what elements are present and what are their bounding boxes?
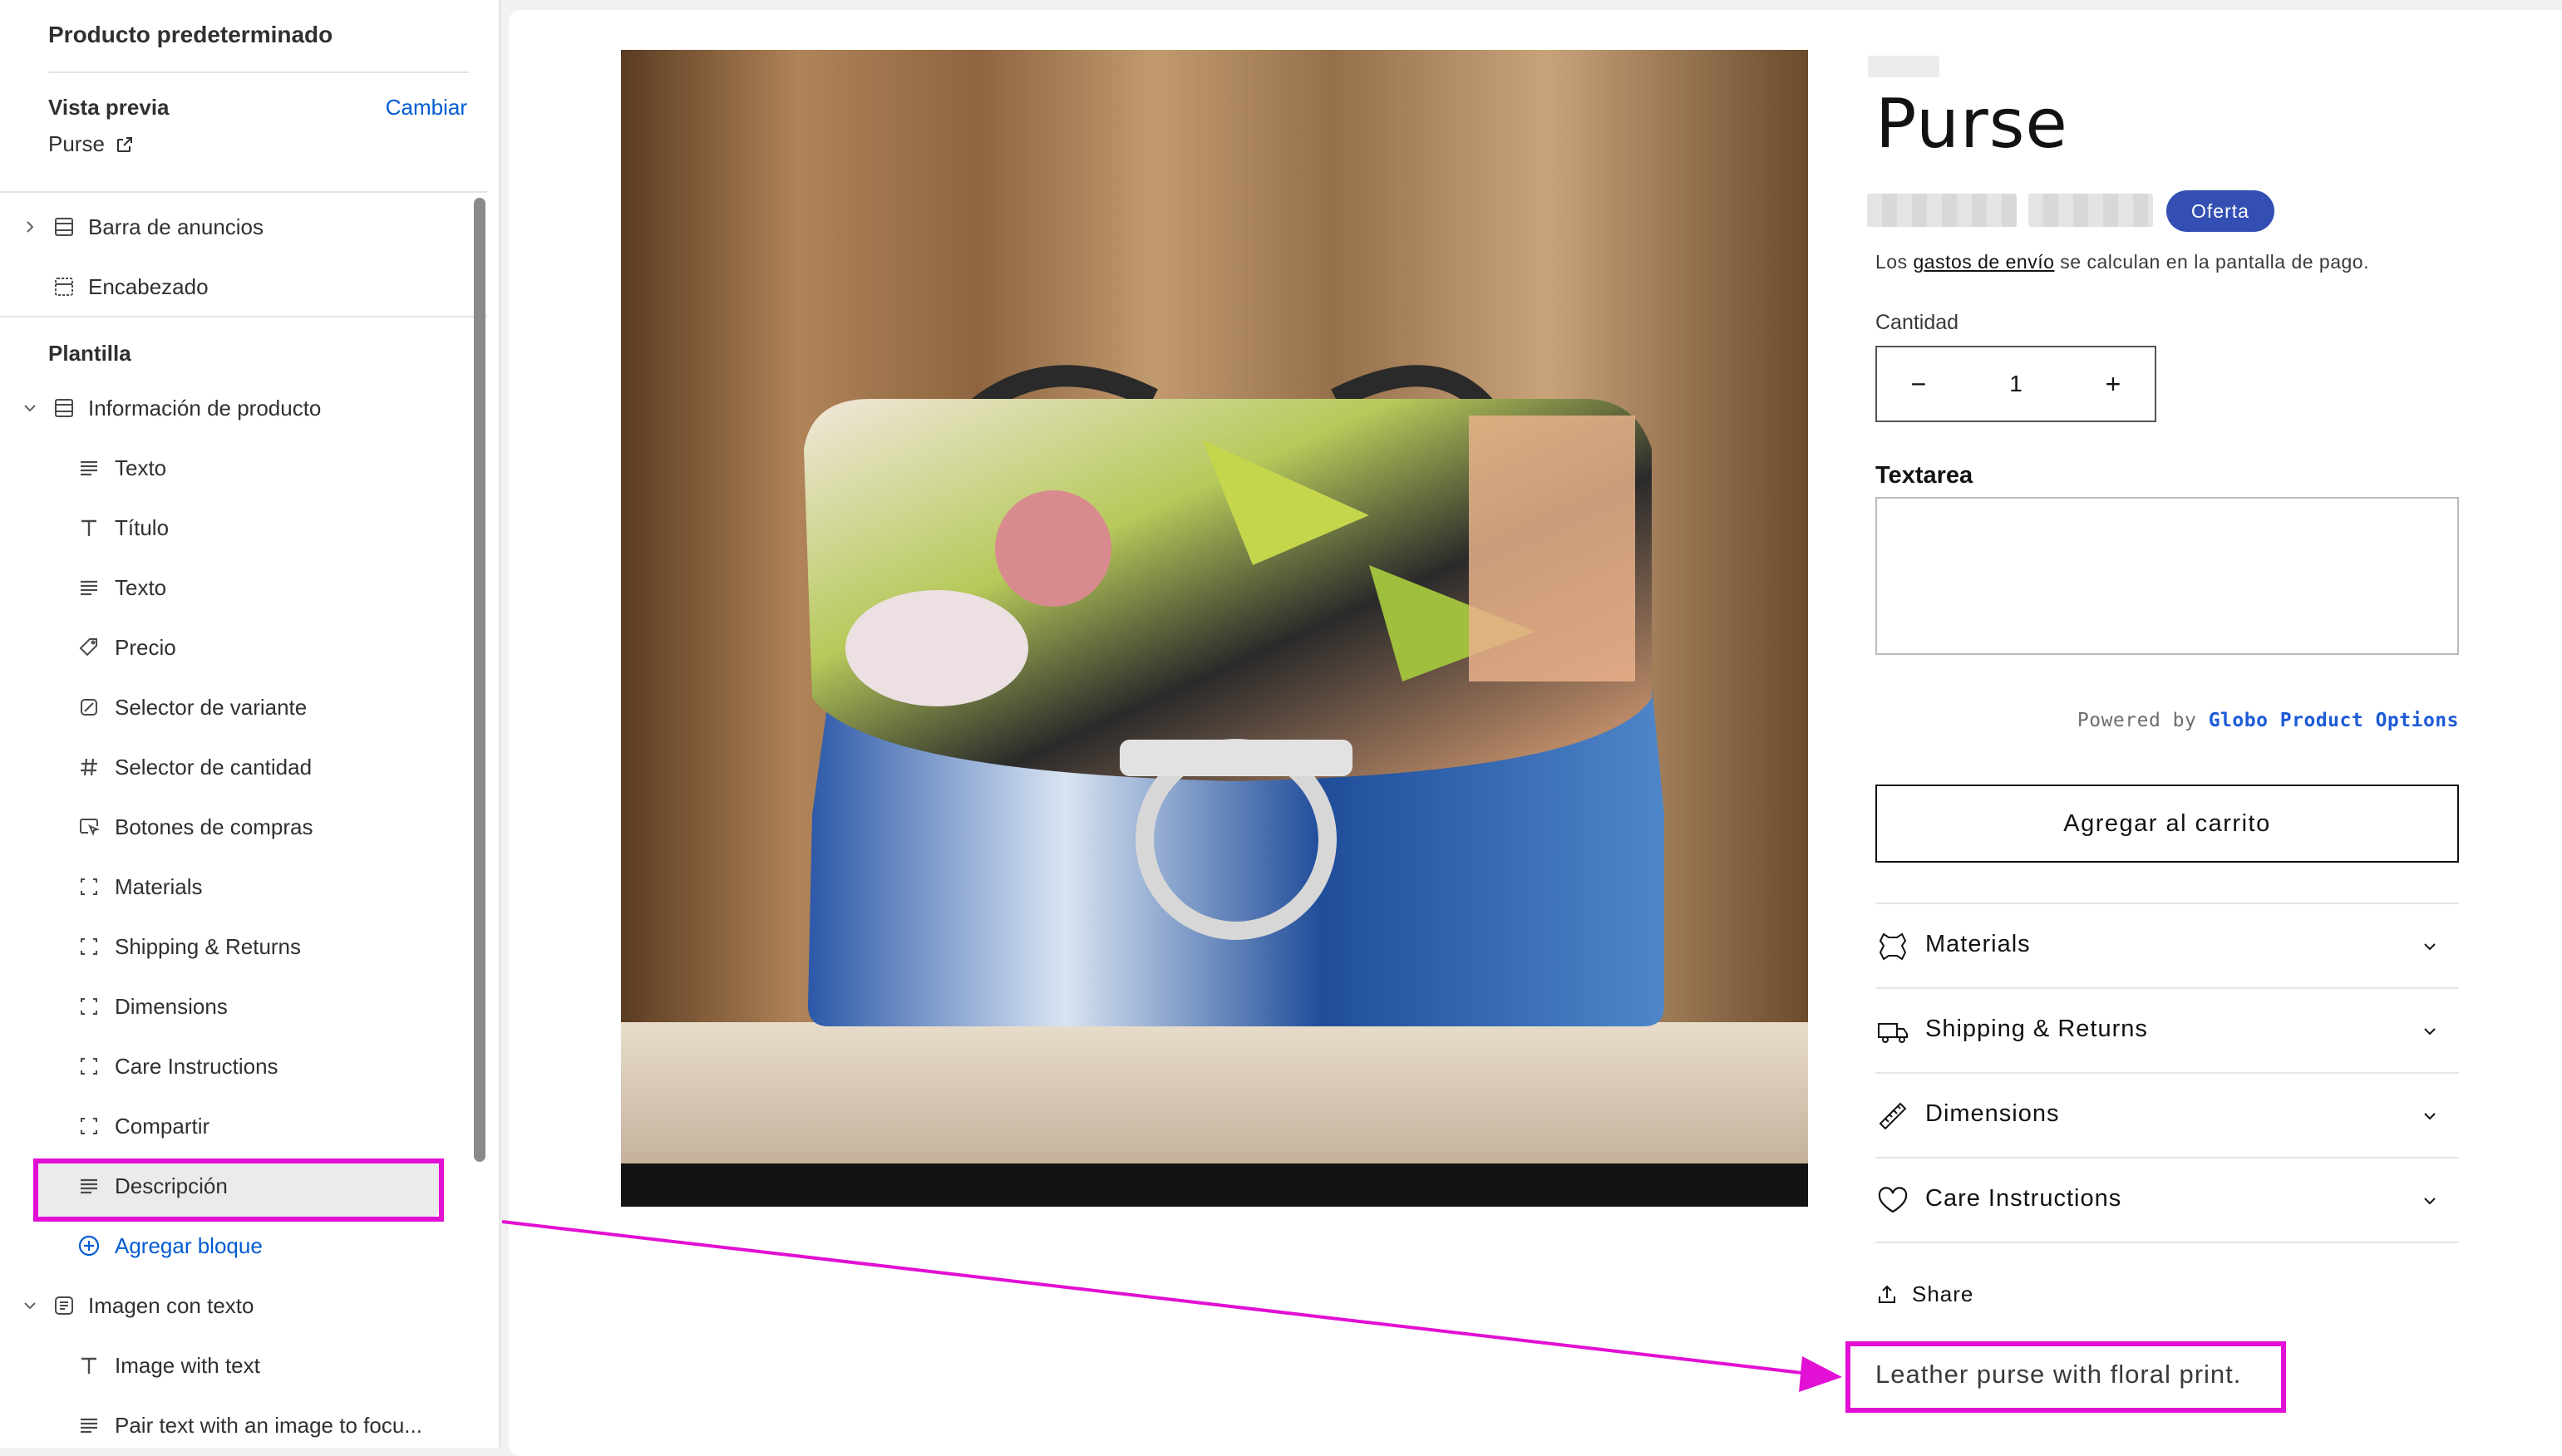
annotation-arrow [501, 1220, 1842, 1392]
